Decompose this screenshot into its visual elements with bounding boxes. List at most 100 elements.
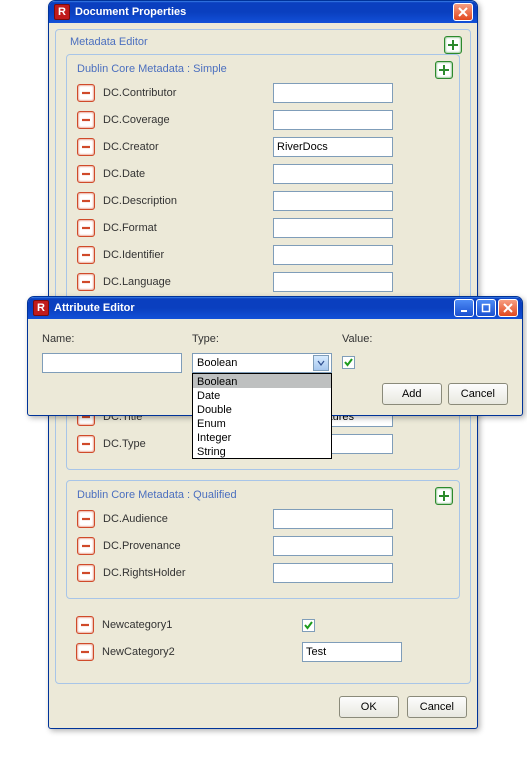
type-select[interactable]: Boolean Boolean Date Double Enum Integer… (192, 353, 332, 373)
type-column: Type: Boolean Boolean Date Double Enum I… (192, 333, 332, 373)
remove-button[interactable] (77, 246, 95, 264)
minus-icon (80, 438, 92, 450)
plus-icon (438, 490, 450, 502)
dropdown-option[interactable]: Integer (193, 430, 331, 444)
field-input[interactable] (273, 536, 393, 556)
dropdown-option[interactable]: Enum (193, 416, 331, 430)
field-input[interactable] (273, 509, 393, 529)
check-icon (303, 620, 314, 631)
field-label: DC.Format (103, 222, 273, 234)
field-label: DC.Coverage (103, 114, 273, 126)
minus-icon (80, 222, 92, 234)
minus-icon (79, 619, 91, 631)
titlebar[interactable]: R Document Properties (49, 1, 477, 23)
dropdown-option[interactable]: Date (193, 388, 331, 402)
field-label: DC.Description (103, 195, 273, 207)
field-input[interactable] (273, 191, 393, 211)
remove-button[interactable] (77, 84, 95, 102)
field-input[interactable] (273, 164, 393, 184)
close-button[interactable] (498, 299, 518, 317)
button-label: OK (361, 701, 377, 713)
remove-button[interactable] (77, 219, 95, 237)
window-title: Attribute Editor (54, 302, 135, 314)
add-qualified-button[interactable] (435, 487, 453, 505)
section-title-qualified: Dublin Core Metadata : Qualified (77, 489, 449, 501)
close-button[interactable] (453, 3, 473, 21)
field-label: DC.Audience (103, 513, 273, 525)
field-row: DC.Format (77, 216, 449, 240)
add-simple-button[interactable] (435, 61, 453, 79)
name-input[interactable] (42, 353, 182, 373)
field-row: DC.Identifier (77, 243, 449, 267)
field-row: DC.Date (77, 162, 449, 186)
minimize-button[interactable] (454, 299, 474, 317)
app-icon: R (54, 4, 70, 20)
field-row: DC.RightsHolder (77, 561, 449, 585)
field-input[interactable] (273, 218, 393, 238)
plus-icon (447, 39, 459, 51)
minus-icon (79, 646, 91, 658)
field-row: DC.Language (77, 270, 449, 294)
minus-icon (80, 141, 92, 153)
minus-icon (80, 540, 92, 552)
remove-button[interactable] (77, 564, 95, 582)
remove-button[interactable] (77, 192, 95, 210)
field-input[interactable] (273, 245, 393, 265)
minus-icon (80, 276, 92, 288)
attribute-editor-window: R Attribute Editor Name: Type: Boolean (27, 296, 523, 416)
panel-title: Metadata Editor (66, 36, 460, 48)
field-input[interactable] (273, 110, 393, 130)
field-row: NewCategory2 (76, 640, 450, 664)
remove-button[interactable] (77, 537, 95, 555)
field-label: NewCategory2 (102, 646, 302, 658)
field-row: DC.Description (77, 189, 449, 213)
field-input[interactable] (273, 272, 393, 292)
field-input[interactable] (302, 642, 402, 662)
add-button[interactable]: Add (382, 383, 442, 405)
remove-button[interactable] (77, 165, 95, 183)
window-title: Document Properties (75, 6, 186, 18)
app-icon: R (33, 300, 49, 316)
minus-icon (80, 249, 92, 261)
maximize-icon (481, 303, 491, 313)
dropdown-option[interactable]: String (193, 444, 331, 458)
remove-button[interactable] (76, 616, 94, 634)
field-input[interactable] (273, 137, 393, 157)
field-label: Newcategory1 (102, 619, 302, 631)
field-row: DC.Audience (77, 507, 449, 531)
close-icon (458, 7, 468, 17)
cancel-button[interactable]: Cancel (448, 383, 508, 405)
type-dropdown: Boolean Date Double Enum Integer String (192, 373, 332, 459)
chevron-down-icon (313, 355, 329, 371)
name-label: Name: (42, 333, 182, 345)
remove-button[interactable] (77, 273, 95, 291)
dropdown-option[interactable]: Double (193, 402, 331, 416)
remove-button[interactable] (77, 435, 95, 453)
remove-button[interactable] (77, 510, 95, 528)
minus-icon (80, 513, 92, 525)
cancel-button[interactable]: Cancel (407, 696, 467, 718)
checkbox[interactable] (302, 619, 315, 632)
field-row: Newcategory1 (76, 613, 450, 637)
remove-button[interactable] (76, 643, 94, 661)
field-label: DC.Identifier (103, 249, 273, 261)
ok-button[interactable]: OK (339, 696, 399, 718)
minimize-icon (459, 303, 469, 313)
field-row: DC.Coverage (77, 108, 449, 132)
field-input[interactable] (273, 83, 393, 103)
value-checkbox[interactable] (342, 356, 355, 369)
type-label: Type: (192, 333, 332, 345)
field-label: DC.Language (103, 276, 273, 288)
field-input[interactable] (273, 563, 393, 583)
field-label: DC.RightsHolder (103, 567, 273, 579)
minus-icon (80, 168, 92, 180)
value-label: Value: (342, 333, 372, 345)
close-icon (503, 303, 513, 313)
add-category-button[interactable] (444, 36, 462, 54)
section-title-simple: Dublin Core Metadata : Simple (77, 63, 449, 75)
dropdown-option[interactable]: Boolean (193, 374, 331, 388)
remove-button[interactable] (77, 138, 95, 156)
maximize-button[interactable] (476, 299, 496, 317)
titlebar[interactable]: R Attribute Editor (28, 297, 522, 319)
remove-button[interactable] (77, 111, 95, 129)
